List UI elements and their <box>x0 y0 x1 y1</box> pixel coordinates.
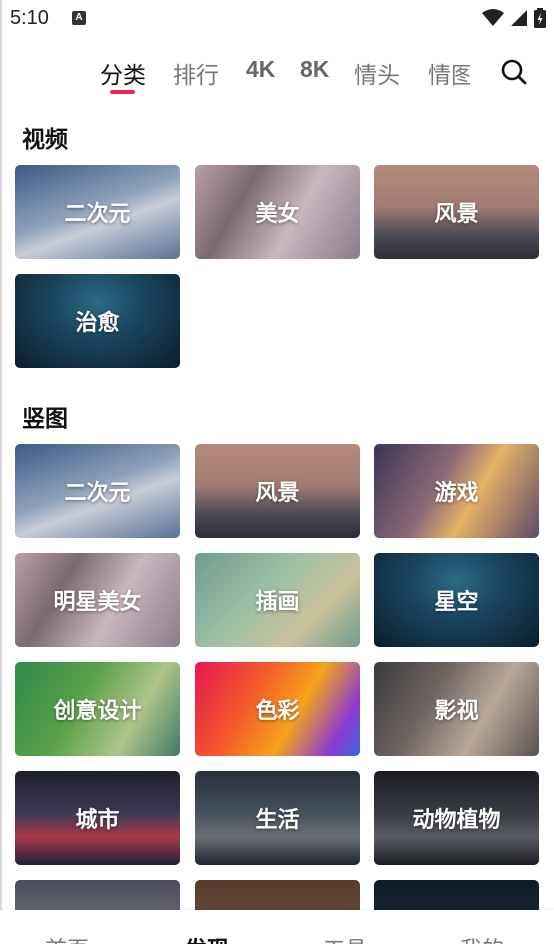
category-label: 风景 <box>255 481 300 506</box>
category-card[interactable]: 明星美女 <box>15 553 180 647</box>
category-card[interactable]: 星空 <box>374 553 539 647</box>
tab-couple-image[interactable]: 情图 <box>428 56 470 90</box>
category-label: 插画 <box>255 590 300 615</box>
category-card[interactable]: 创意设计 <box>15 662 180 756</box>
tab-couple-avatar[interactable]: 情头 <box>354 56 400 90</box>
active-tab-indicator <box>110 90 135 94</box>
window-edge <box>0 0 2 944</box>
category-card[interactable] <box>195 880 360 910</box>
category-label: 星空 <box>434 590 479 615</box>
status-time: 5:10 <box>10 7 49 29</box>
battery-icon <box>534 8 546 28</box>
category-label: 游戏 <box>434 481 479 506</box>
category-card[interactable]: 游戏 <box>374 444 539 538</box>
category-card[interactable] <box>374 880 539 910</box>
category-card[interactable]: 影视 <box>374 662 539 756</box>
wifi-icon <box>482 9 504 26</box>
tab-category[interactable]: 分类 <box>100 56 146 90</box>
category-label: 风景 <box>434 202 479 227</box>
category-label: 二次元 <box>64 481 131 506</box>
tab-ranking[interactable]: 排行 <box>173 56 219 90</box>
category-card[interactable]: 城市 <box>15 771 180 865</box>
category-card[interactable]: 动物植物 <box>374 771 539 865</box>
top-tab-bar: 分类 排行 4K 8K 情头 情图 <box>0 52 554 100</box>
tabs-scroll-area[interactable]: 分类 排行 4K 8K 情头 情图 <box>0 52 470 100</box>
category-card[interactable]: 美女 <box>195 165 360 259</box>
notification-icon: A <box>72 11 86 25</box>
section-title-video: 视频 <box>22 127 68 153</box>
category-label: 城市 <box>75 808 120 833</box>
category-label: 影视 <box>434 699 479 724</box>
category-label: 美女 <box>255 202 300 227</box>
category-card[interactable]: 二次元 <box>15 444 180 538</box>
category-label: 明星美女 <box>53 590 142 615</box>
tab-8k[interactable]: 8K <box>300 56 329 83</box>
nav-item-home[interactable]: 首页 <box>45 932 89 944</box>
portrait-category-grid: 二次元 风景 游戏 明星美女 插画 星空 创意设计 色彩 影视 城市 生活 动物… <box>15 444 539 910</box>
category-label: 动物植物 <box>412 808 501 833</box>
nav-item-me[interactable]: 我的 <box>460 932 504 944</box>
video-category-grid: 二次元 美女 风景 治愈 <box>15 165 539 369</box>
category-card[interactable]: 插画 <box>195 553 360 647</box>
nav-item-discover[interactable]: 发现 <box>185 932 229 944</box>
category-card[interactable]: 治愈 <box>15 274 180 368</box>
category-card[interactable]: 生活 <box>195 771 360 865</box>
status-icons <box>482 8 546 28</box>
bottom-nav-bar: 首页 发现 工具 我的 <box>0 910 554 944</box>
tab-4k[interactable]: 4K <box>246 56 275 83</box>
category-card[interactable] <box>15 880 180 910</box>
category-card[interactable]: 色彩 <box>195 662 360 756</box>
cell-signal-icon <box>511 10 527 26</box>
category-card[interactable]: 风景 <box>374 165 539 259</box>
category-card[interactable]: 风景 <box>195 444 360 538</box>
category-label: 二次元 <box>64 202 131 227</box>
category-label: 创意设计 <box>53 699 142 724</box>
section-title-portrait: 竖图 <box>22 406 68 432</box>
category-label: 生活 <box>255 808 300 833</box>
category-label: 色彩 <box>255 699 300 724</box>
category-label: 治愈 <box>75 311 120 336</box>
status-bar: 5:10 A <box>0 0 554 38</box>
nav-item-tools[interactable]: 工具 <box>323 932 367 944</box>
search-icon[interactable] <box>500 58 528 86</box>
category-card[interactable]: 二次元 <box>15 165 180 259</box>
